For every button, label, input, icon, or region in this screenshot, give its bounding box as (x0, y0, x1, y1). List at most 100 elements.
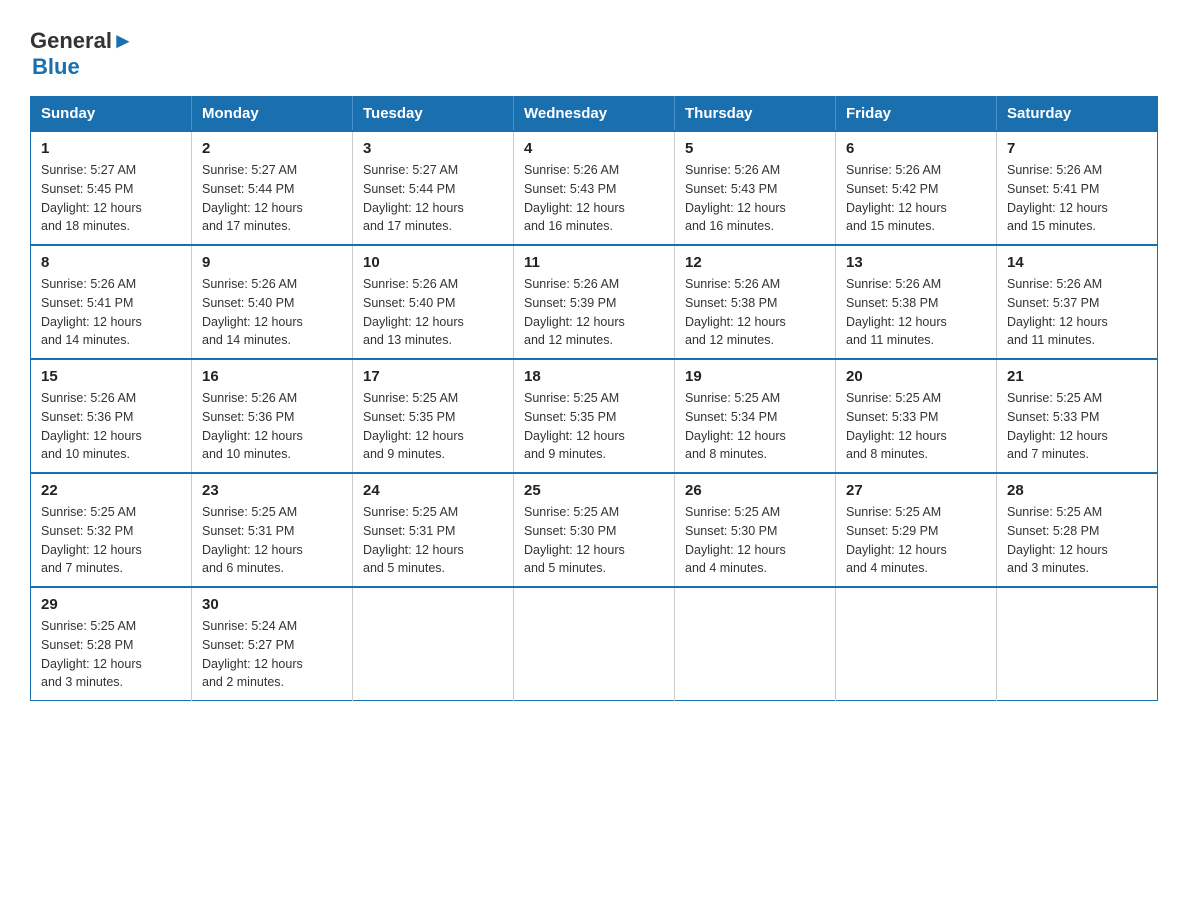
calendar-cell: 1 Sunrise: 5:27 AMSunset: 5:45 PMDayligh… (31, 131, 192, 245)
day-info: Sunrise: 5:26 AMSunset: 5:38 PMDaylight:… (685, 277, 786, 347)
calendar-cell: 26 Sunrise: 5:25 AMSunset: 5:30 PMDaylig… (675, 473, 836, 587)
calendar-cell (836, 587, 997, 701)
calendar-body: 1 Sunrise: 5:27 AMSunset: 5:45 PMDayligh… (31, 131, 1158, 701)
col-tuesday: Tuesday (353, 97, 514, 132)
calendar-week-row: 22 Sunrise: 5:25 AMSunset: 5:32 PMDaylig… (31, 473, 1158, 587)
day-info: Sunrise: 5:27 AMSunset: 5:44 PMDaylight:… (202, 163, 303, 233)
col-wednesday: Wednesday (514, 97, 675, 132)
day-number: 19 (685, 368, 825, 385)
day-number: 21 (1007, 368, 1147, 385)
day-info: Sunrise: 5:26 AMSunset: 5:41 PMDaylight:… (41, 277, 142, 347)
day-number: 8 (41, 254, 181, 271)
day-number: 22 (41, 482, 181, 499)
day-info: Sunrise: 5:25 AMSunset: 5:35 PMDaylight:… (524, 391, 625, 461)
calendar-cell: 5 Sunrise: 5:26 AMSunset: 5:43 PMDayligh… (675, 131, 836, 245)
day-info: Sunrise: 5:25 AMSunset: 5:33 PMDaylight:… (1007, 391, 1108, 461)
day-number: 15 (41, 368, 181, 385)
calendar-week-row: 1 Sunrise: 5:27 AMSunset: 5:45 PMDayligh… (31, 131, 1158, 245)
day-info: Sunrise: 5:26 AMSunset: 5:37 PMDaylight:… (1007, 277, 1108, 347)
calendar-week-row: 15 Sunrise: 5:26 AMSunset: 5:36 PMDaylig… (31, 359, 1158, 473)
calendar-cell (514, 587, 675, 701)
calendar-cell: 12 Sunrise: 5:26 AMSunset: 5:38 PMDaylig… (675, 245, 836, 359)
day-info: Sunrise: 5:25 AMSunset: 5:31 PMDaylight:… (363, 505, 464, 575)
day-info: Sunrise: 5:25 AMSunset: 5:34 PMDaylight:… (685, 391, 786, 461)
day-info: Sunrise: 5:26 AMSunset: 5:38 PMDaylight:… (846, 277, 947, 347)
day-info: Sunrise: 5:25 AMSunset: 5:31 PMDaylight:… (202, 505, 303, 575)
day-number: 11 (524, 254, 664, 271)
day-info: Sunrise: 5:27 AMSunset: 5:45 PMDaylight:… (41, 163, 142, 233)
day-info: Sunrise: 5:25 AMSunset: 5:30 PMDaylight:… (685, 505, 786, 575)
calendar-week-row: 8 Sunrise: 5:26 AMSunset: 5:41 PMDayligh… (31, 245, 1158, 359)
day-number: 2 (202, 140, 342, 157)
day-number: 24 (363, 482, 503, 499)
calendar-cell: 20 Sunrise: 5:25 AMSunset: 5:33 PMDaylig… (836, 359, 997, 473)
calendar-header-row: Sunday Monday Tuesday Wednesday Thursday… (31, 97, 1158, 132)
calendar-cell: 3 Sunrise: 5:27 AMSunset: 5:44 PMDayligh… (353, 131, 514, 245)
calendar-cell: 30 Sunrise: 5:24 AMSunset: 5:27 PMDaylig… (192, 587, 353, 701)
day-info: Sunrise: 5:26 AMSunset: 5:41 PMDaylight:… (1007, 163, 1108, 233)
calendar-cell: 28 Sunrise: 5:25 AMSunset: 5:28 PMDaylig… (997, 473, 1158, 587)
col-thursday: Thursday (675, 97, 836, 132)
logo-text: General► (30, 28, 134, 54)
col-saturday: Saturday (997, 97, 1158, 132)
calendar-cell: 13 Sunrise: 5:26 AMSunset: 5:38 PMDaylig… (836, 245, 997, 359)
calendar-cell: 8 Sunrise: 5:26 AMSunset: 5:41 PMDayligh… (31, 245, 192, 359)
day-number: 10 (363, 254, 503, 271)
day-number: 5 (685, 140, 825, 157)
calendar-cell: 9 Sunrise: 5:26 AMSunset: 5:40 PMDayligh… (192, 245, 353, 359)
day-number: 18 (524, 368, 664, 385)
calendar-cell: 10 Sunrise: 5:26 AMSunset: 5:40 PMDaylig… (353, 245, 514, 359)
day-number: 1 (41, 140, 181, 157)
calendar-cell: 25 Sunrise: 5:25 AMSunset: 5:30 PMDaylig… (514, 473, 675, 587)
day-number: 7 (1007, 140, 1147, 157)
day-number: 9 (202, 254, 342, 271)
day-info: Sunrise: 5:25 AMSunset: 5:33 PMDaylight:… (846, 391, 947, 461)
col-monday: Monday (192, 97, 353, 132)
day-number: 14 (1007, 254, 1147, 271)
calendar-cell: 24 Sunrise: 5:25 AMSunset: 5:31 PMDaylig… (353, 473, 514, 587)
col-friday: Friday (836, 97, 997, 132)
calendar-cell: 4 Sunrise: 5:26 AMSunset: 5:43 PMDayligh… (514, 131, 675, 245)
calendar-cell: 7 Sunrise: 5:26 AMSunset: 5:41 PMDayligh… (997, 131, 1158, 245)
day-number: 16 (202, 368, 342, 385)
day-number: 26 (685, 482, 825, 499)
day-info: Sunrise: 5:25 AMSunset: 5:32 PMDaylight:… (41, 505, 142, 575)
day-number: 23 (202, 482, 342, 499)
day-info: Sunrise: 5:26 AMSunset: 5:40 PMDaylight:… (363, 277, 464, 347)
day-number: 12 (685, 254, 825, 271)
day-info: Sunrise: 5:25 AMSunset: 5:35 PMDaylight:… (363, 391, 464, 461)
day-info: Sunrise: 5:26 AMSunset: 5:39 PMDaylight:… (524, 277, 625, 347)
day-info: Sunrise: 5:26 AMSunset: 5:42 PMDaylight:… (846, 163, 947, 233)
day-info: Sunrise: 5:25 AMSunset: 5:29 PMDaylight:… (846, 505, 947, 575)
day-info: Sunrise: 5:26 AMSunset: 5:43 PMDaylight:… (524, 163, 625, 233)
day-number: 13 (846, 254, 986, 271)
col-sunday: Sunday (31, 97, 192, 132)
calendar-cell (675, 587, 836, 701)
calendar-cell (997, 587, 1158, 701)
day-info: Sunrise: 5:26 AMSunset: 5:43 PMDaylight:… (685, 163, 786, 233)
day-info: Sunrise: 5:25 AMSunset: 5:28 PMDaylight:… (1007, 505, 1108, 575)
calendar-cell: 23 Sunrise: 5:25 AMSunset: 5:31 PMDaylig… (192, 473, 353, 587)
day-number: 29 (41, 596, 181, 613)
day-number: 27 (846, 482, 986, 499)
calendar-cell: 6 Sunrise: 5:26 AMSunset: 5:42 PMDayligh… (836, 131, 997, 245)
day-info: Sunrise: 5:27 AMSunset: 5:44 PMDaylight:… (363, 163, 464, 233)
day-info: Sunrise: 5:26 AMSunset: 5:36 PMDaylight:… (41, 391, 142, 461)
logo-blue-arrow: ► (112, 28, 134, 53)
calendar-cell: 17 Sunrise: 5:25 AMSunset: 5:35 PMDaylig… (353, 359, 514, 473)
day-number: 3 (363, 140, 503, 157)
day-number: 4 (524, 140, 664, 157)
calendar-cell: 11 Sunrise: 5:26 AMSunset: 5:39 PMDaylig… (514, 245, 675, 359)
page-header: General► Blue (30, 20, 1158, 80)
calendar-cell: 18 Sunrise: 5:25 AMSunset: 5:35 PMDaylig… (514, 359, 675, 473)
calendar-cell: 16 Sunrise: 5:26 AMSunset: 5:36 PMDaylig… (192, 359, 353, 473)
day-number: 30 (202, 596, 342, 613)
calendar-cell (353, 587, 514, 701)
calendar-cell: 27 Sunrise: 5:25 AMSunset: 5:29 PMDaylig… (836, 473, 997, 587)
calendar-table: Sunday Monday Tuesday Wednesday Thursday… (30, 96, 1158, 701)
calendar-cell: 15 Sunrise: 5:26 AMSunset: 5:36 PMDaylig… (31, 359, 192, 473)
calendar-cell: 22 Sunrise: 5:25 AMSunset: 5:32 PMDaylig… (31, 473, 192, 587)
calendar-cell: 19 Sunrise: 5:25 AMSunset: 5:34 PMDaylig… (675, 359, 836, 473)
calendar-week-row: 29 Sunrise: 5:25 AMSunset: 5:28 PMDaylig… (31, 587, 1158, 701)
day-info: Sunrise: 5:25 AMSunset: 5:28 PMDaylight:… (41, 619, 142, 689)
